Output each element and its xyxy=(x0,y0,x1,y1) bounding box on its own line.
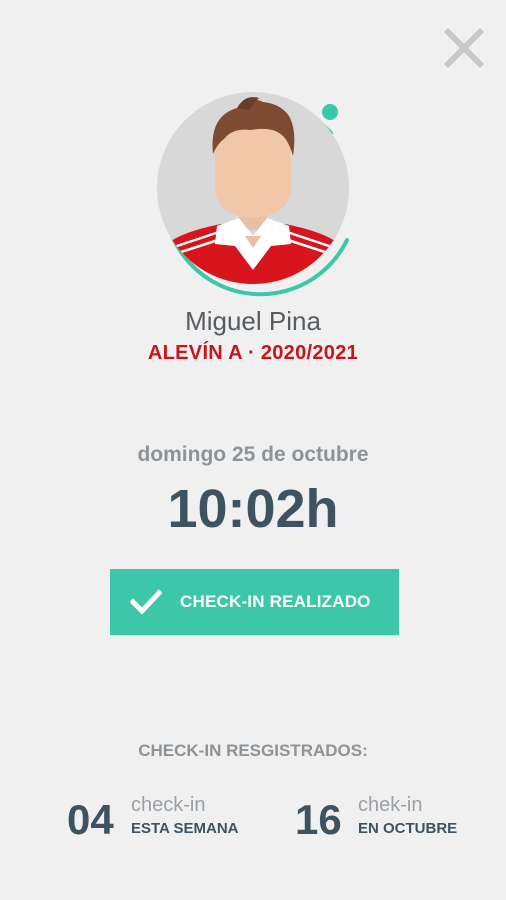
player-name: Miguel Pina xyxy=(185,306,321,336)
player-team: ALEVÍN A · 2020/2021 xyxy=(147,342,359,364)
close-icon xyxy=(443,27,485,69)
stat-month-unit: chek-in xyxy=(358,794,423,816)
stat-month-period: EN OCTUBRE xyxy=(358,820,458,837)
close-button[interactable] xyxy=(443,27,485,69)
stat-week-period: ESTA SEMANA xyxy=(131,820,239,837)
checkin-time: 10:02h xyxy=(167,479,339,539)
stat-week-count: 04 xyxy=(67,796,114,843)
progress-dot xyxy=(322,104,338,120)
player-avatar xyxy=(141,76,365,300)
checkin-button-label: CHECK-IN REALIZADO xyxy=(180,592,371,611)
stats-title: CHECK-IN RESGISTRADOS: xyxy=(138,741,368,760)
check-icon xyxy=(130,589,162,615)
stat-month-count: 16 xyxy=(295,796,342,843)
stat-week-unit: check-in xyxy=(131,794,206,816)
checkin-date: domingo 25 de octubre xyxy=(137,443,369,466)
checkin-button[interactable]: CHECK-IN REALIZADO xyxy=(110,569,399,635)
